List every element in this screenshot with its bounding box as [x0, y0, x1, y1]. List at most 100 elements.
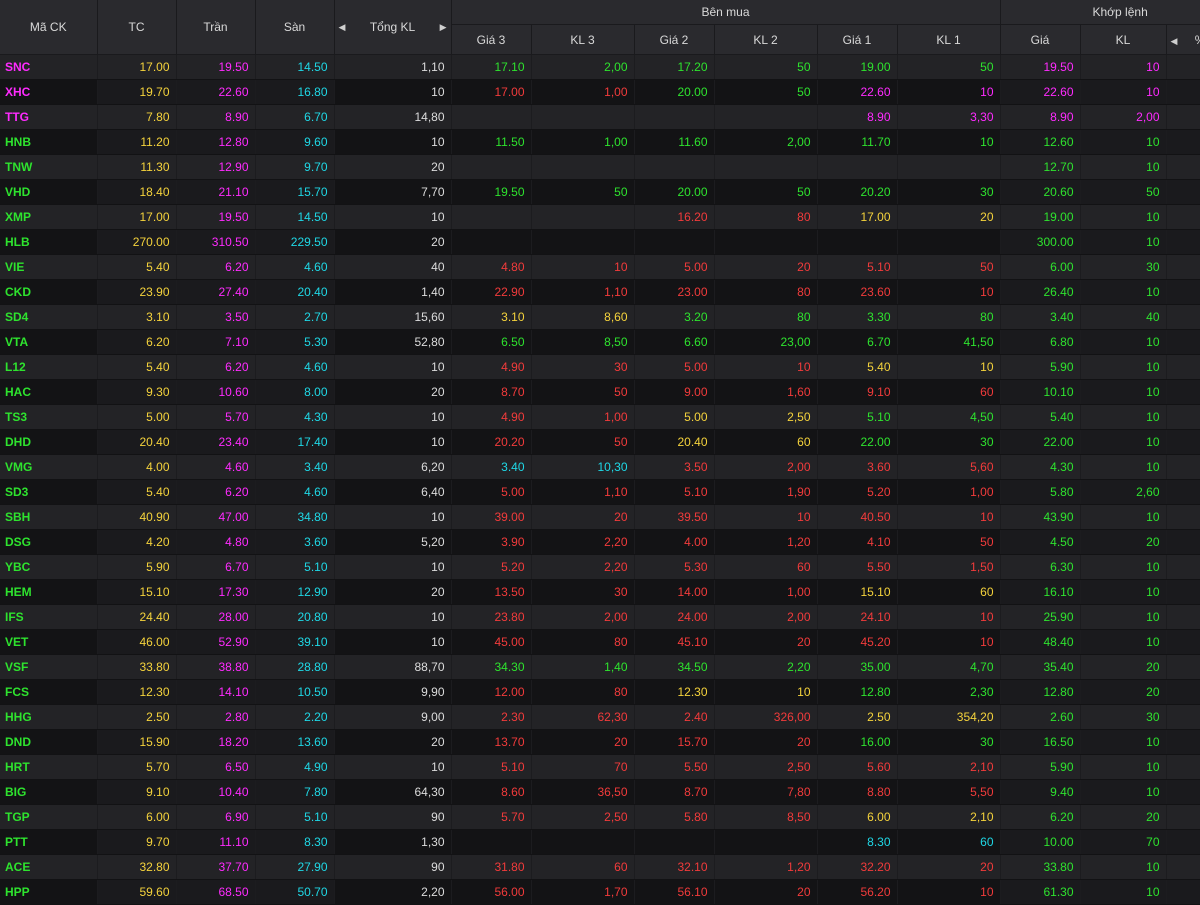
symbol-cell[interactable]: SD3 [0, 479, 98, 505]
symbol-cell[interactable]: YBC [0, 554, 98, 580]
san-cell: 7.80 [255, 779, 335, 805]
symbol-cell[interactable]: TTG [0, 104, 98, 130]
symbol-cell[interactable]: DHD [0, 429, 98, 455]
table-row[interactable]: DND 15.90 18.20 13.60 20 13.70 20 15.70 20 16.00 3… [0, 729, 1200, 755]
header-kl2[interactable]: KL 2 [714, 24, 818, 55]
symbol-cell[interactable]: TS3 [0, 404, 98, 430]
bid-volume-3-cell: 10,30 [531, 454, 635, 480]
symbol-cell[interactable]: VET [0, 629, 98, 655]
table-row[interactable]: VTA 6.20 7.10 5.30 52,80 6.50 8,50 6.60 23,00 6.7… [0, 329, 1200, 355]
table-row[interactable]: TNW 11.30 12.90 9.70 20 12.70 10 [0, 154, 1200, 180]
table-row[interactable]: HLB 270.00 310.50 229.50 20 300.00 10 [0, 229, 1200, 255]
table-row[interactable]: HEM 15.10 17.30 12.90 20 13.50 30 14.00 1,00 15.1… [0, 579, 1200, 605]
symbol-cell[interactable]: SD4 [0, 304, 98, 330]
table-row[interactable]: TS3 5.00 5.70 4.30 10 4.90 1,00 5.00 2,50 5.10 4,5… [0, 404, 1200, 430]
symbol-cell[interactable]: VHD [0, 179, 98, 205]
symbol-cell[interactable]: DND [0, 729, 98, 755]
table-row[interactable]: XHC 19.70 22.60 16.80 10 17.00 1,00 20.00 50 22.6… [0, 79, 1200, 105]
scroll-right-arrow-icon[interactable]: ▶ [440, 22, 447, 33]
tc-cell: 33.80 [97, 654, 177, 680]
table-row[interactable]: VMG 4.00 4.60 3.40 6,20 3.40 10,30 3.50 2,00 3.60… [0, 454, 1200, 480]
symbol-cell[interactable]: SBH [0, 504, 98, 530]
header-ma-ck[interactable]: Mã CK [0, 0, 98, 55]
symbol-cell[interactable]: HNB [0, 129, 98, 155]
symbol-cell[interactable]: HPP [0, 879, 98, 905]
table-row[interactable]: HPP 59.60 68.50 50.70 2,20 56.00 1,70 56.10 20 56… [0, 879, 1200, 905]
scroll-left-khop-arrow-icon[interactable]: ◀ [1171, 36, 1178, 46]
table-row[interactable]: IFS 24.40 28.00 20.80 10 23.80 2,00 24.00 2,00 24… [0, 604, 1200, 630]
table-row[interactable]: VSF 33.80 38.80 28.80 88,70 34.30 1,40 34.50 2,2… [0, 654, 1200, 680]
table-row[interactable]: PTT 9.70 11.10 8.30 1,30 8.30 60 10.00 70 [0, 829, 1200, 855]
symbol-cell[interactable]: XHC [0, 79, 98, 105]
header-kl1[interactable]: KL 1 [897, 24, 1001, 55]
symbol-cell[interactable]: HAC [0, 379, 98, 405]
table-row[interactable]: BIG 9.10 10.40 7.80 64,30 8.60 36,50 8.70 7,80 8.… [0, 779, 1200, 805]
table-row[interactable]: TTG 7.80 8.90 6.70 14,80 8.90 3,30 8.90 2,00 [0, 104, 1200, 130]
table-row[interactable]: VET 46.00 52.90 39.10 10 45.00 80 45.10 20 45.20 1… [0, 629, 1200, 655]
symbol-cell[interactable]: VMG [0, 454, 98, 480]
symbol-cell[interactable]: VSF [0, 654, 98, 680]
symbol-cell[interactable]: HRT [0, 754, 98, 780]
bid-price-1-cell: 19.00 [817, 54, 898, 80]
bid-price-2-cell: 5.80 [634, 804, 715, 830]
tran-cell: 2.80 [176, 704, 256, 730]
table-row[interactable]: TGP 6.00 6.90 5.10 90 5.70 2,50 5.80 8,50 6.00 2,1… [0, 804, 1200, 830]
bid-price-1-cell: 15.10 [817, 579, 898, 605]
header-gia3[interactable]: Giá 3 [451, 24, 532, 55]
table-row[interactable]: VIE 5.40 6.20 4.60 40 4.80 10 5.00 20 5.10 50 6.00 3… [0, 254, 1200, 280]
table-row[interactable]: SNC 17.00 19.50 14.50 1,10 17.10 2,00 17.20 50 19… [0, 54, 1200, 80]
header-tong-kl[interactable]: ◀ Tổng KL ▶ [334, 0, 452, 55]
symbol-cell[interactable]: VTA [0, 329, 98, 355]
symbol-cell[interactable]: PTT [0, 829, 98, 855]
bid-volume-3-cell [531, 104, 635, 130]
header-kl3[interactable]: KL 3 [531, 24, 635, 55]
header-pct[interactable]: ◀ % [1166, 24, 1200, 55]
bid-volume-2-cell: 8,50 [714, 804, 818, 830]
symbol-cell[interactable]: TNW [0, 154, 98, 180]
table-row[interactable]: L12 5.40 6.20 4.60 10 4.90 30 5.00 10 5.40 10 5.90 1… [0, 354, 1200, 380]
header-gia1[interactable]: Giá 1 [817, 24, 898, 55]
tc-cell: 12.30 [97, 679, 177, 705]
san-cell: 27.90 [255, 854, 335, 880]
header-khop-gia[interactable]: Giá [1000, 24, 1081, 55]
table-row[interactable]: SD4 3.10 3.50 2.70 15,60 3.10 8,60 3.20 80 3.30 80… [0, 304, 1200, 330]
bid-volume-2-cell: 50 [714, 54, 818, 80]
symbol-cell[interactable]: FCS [0, 679, 98, 705]
table-row[interactable]: SD3 5.40 6.20 4.60 6,40 5.00 1,10 5.10 1,90 5.20 1… [0, 479, 1200, 505]
table-row[interactable]: HNB 11.20 12.80 9.60 10 11.50 1,00 11.60 2,00 11.… [0, 129, 1200, 155]
header-tc[interactable]: TC [97, 0, 177, 55]
table-row[interactable]: SBH 40.90 47.00 34.80 10 39.00 20 39.50 10 40.50 1… [0, 504, 1200, 530]
table-row[interactable]: FCS 12.30 14.10 10.50 9,90 12.00 80 12.30 10 12.8… [0, 679, 1200, 705]
symbol-cell[interactable]: SNC [0, 54, 98, 80]
table-row[interactable]: CKD 23.90 27.40 20.40 1,40 22.90 1,10 23.00 80 23… [0, 279, 1200, 305]
match-volume-cell: 50 [1080, 179, 1167, 205]
header-khop-kl[interactable]: KL [1080, 24, 1167, 55]
symbol-cell[interactable]: HEM [0, 579, 98, 605]
symbol-cell[interactable]: HLB [0, 229, 98, 255]
symbol-cell[interactable]: DSG [0, 529, 98, 555]
symbol-cell[interactable]: IFS [0, 604, 98, 630]
symbol-cell[interactable]: BIG [0, 779, 98, 805]
header-tran[interactable]: Trần [176, 0, 256, 55]
symbol-cell[interactable]: L12 [0, 354, 98, 380]
tran-cell: 6.20 [176, 479, 256, 505]
table-row[interactable]: XMP 17.00 19.50 14.50 10 16.20 80 17.00 20 19.00 1… [0, 204, 1200, 230]
table-row[interactable]: HRT 5.70 6.50 4.90 10 5.10 70 5.50 2,50 5.60 2,10 5… [0, 754, 1200, 780]
table-row[interactable]: ACE 32.80 37.70 27.90 90 31.80 60 32.10 1,20 32.2… [0, 854, 1200, 880]
scroll-left-arrow-icon[interactable]: ◀ [339, 22, 346, 33]
table-row[interactable]: DHD 20.40 23.40 17.40 10 20.20 50 20.40 60 22.00 3… [0, 429, 1200, 455]
table-row[interactable]: HAC 9.30 10.60 8.00 20 8.70 50 9.00 1,60 9.10 60 10… [0, 379, 1200, 405]
symbol-cell[interactable]: CKD [0, 279, 98, 305]
symbol-cell[interactable]: TGP [0, 804, 98, 830]
symbol-cell[interactable]: VIE [0, 254, 98, 280]
header-gia2[interactable]: Giá 2 [634, 24, 715, 55]
symbol-cell[interactable]: HHG [0, 704, 98, 730]
table-row[interactable]: VHD 18.40 21.10 15.70 7,70 19.50 50 20.00 50 20.2… [0, 179, 1200, 205]
table-row[interactable]: HHG 2.50 2.80 2.20 9,00 2.30 62,30 2.40 326,00 2.… [0, 704, 1200, 730]
header-san[interactable]: Sàn [255, 0, 335, 55]
symbol-cell[interactable]: ACE [0, 854, 98, 880]
symbol-cell[interactable]: XMP [0, 204, 98, 230]
total-volume-cell: 90 [334, 804, 452, 830]
table-row[interactable]: DSG 4.20 4.80 3.60 5,20 3.90 2,20 4.00 1,20 4.10 5… [0, 529, 1200, 555]
table-row[interactable]: YBC 5.90 6.70 5.10 10 5.20 2,20 5.30 60 5.50 1,50 6… [0, 554, 1200, 580]
